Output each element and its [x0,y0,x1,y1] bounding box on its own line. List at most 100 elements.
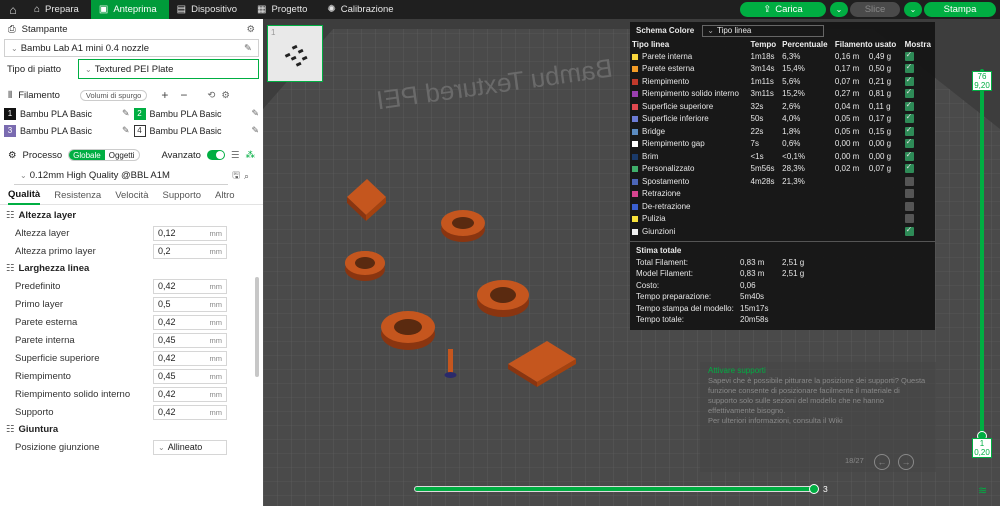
purge-volumes-button[interactable]: Volumi di spurgo [79,89,148,101]
legend-row: Spostamento 4m28s 21,3% [630,175,935,188]
process-preset-select[interactable]: ⌄ 0.12mm High Quality @BBL A1M [14,167,229,185]
setting-input[interactable]: 0,42 mm [153,314,227,330]
tab-calibrazione[interactable]: ✺ Calibrazione [319,0,405,19]
remove-icon[interactable]: − [180,88,187,102]
setting-unit: mm [209,335,223,345]
process-tab[interactable]: Altro [215,190,235,201]
edit-icon[interactable]: ✎ [122,108,130,119]
filament-slot[interactable]: 3 Bambu PLA Basic ✎ [4,124,130,137]
show-cell [903,112,935,126]
show-checkbox[interactable] [904,201,914,211]
list-icon[interactable]: ☰ [231,150,240,161]
line-type-swatch [632,191,638,198]
color-scheme-select[interactable]: ⌄ Tipo linea [702,24,825,37]
move-slider[interactable] [414,486,814,492]
show-checkbox[interactable] [904,225,914,236]
previous-icon[interactable]: ← [874,454,890,470]
setting-input[interactable]: 0,12 mm [153,225,227,241]
plate-type-select[interactable]: ⌄ Textured PEI Plate [78,59,259,79]
sync-icon[interactable]: ⟲ [207,90,215,101]
search-icon[interactable]: ⌕ [244,171,249,182]
process-tab[interactable]: Supporto [162,190,201,201]
show-checkbox[interactable] [904,87,914,99]
setting-input[interactable]: 0,42 mm [153,386,227,402]
scrollbar[interactable] [255,277,259,377]
tab-progetto[interactable]: ▦ Progetto [249,0,319,19]
setting-input[interactable]: 0,42 mm [153,278,227,294]
filament-slot[interactable]: 4 Bambu PLA Basic ✎ [133,124,259,137]
preview-viewport[interactable]: Bambu Textured PEI 1 Schema Colore ⌄ Tip… [263,19,1000,506]
setting-input[interactable]: 0,5 mm [153,296,227,312]
filament-color-swatch[interactable]: 1 [4,107,16,120]
add-icon[interactable]: + [161,88,168,102]
setting-input[interactable]: 0,45 mm [153,332,227,348]
setting-input[interactable]: ⌄ Allineato [153,439,227,455]
gear-icon[interactable]: ⚙ [246,24,255,35]
filament-slot[interactable]: 1 Bambu PLA Basic ✎ [4,107,130,120]
chevron-down-icon[interactable]: ⌄ [830,2,848,17]
line-type-time: 3m11s [750,89,774,99]
group-title: Altezza layer [18,210,77,221]
setting-input[interactable]: 0,45 mm [153,368,227,384]
estimate-label: Total Filament: [636,257,689,267]
tab-dispositivo[interactable]: ▤ Dispositivo [169,0,249,19]
process-tab[interactable]: Qualità [8,187,41,205]
show-checkbox[interactable] [904,100,914,111]
line-type-filament: 0,17 m 0,50 g [833,63,903,76]
filament-section-title: Filamento [18,89,60,101]
show-checkbox[interactable] [904,112,914,124]
model-ring[interactable] [345,251,385,281]
show-checkbox[interactable] [904,50,914,61]
model-ring[interactable] [441,210,485,242]
filament-color-swatch[interactable]: 4 [133,124,146,137]
process-tab[interactable]: Resistenza [54,190,101,201]
model-ring[interactable] [381,311,435,350]
layer-slider[interactable] [980,69,984,439]
line-type-filament: 0,07 m 0,21 g [833,75,903,88]
show-checkbox[interactable] [904,214,914,224]
load-button[interactable]: ⇪ Carica [740,2,826,17]
show-checkbox[interactable] [904,189,914,199]
tip-more-link[interactable]: Per ulteriori informazioni, consulta il … [708,416,928,426]
show-checkbox[interactable] [904,62,914,74]
edit-icon[interactable]: ✎ [251,108,259,119]
edit-icon[interactable]: ✎ [244,43,252,54]
process-tab[interactable]: Velocità [115,190,148,201]
show-checkbox[interactable] [904,176,914,186]
advanced-toggle[interactable] [206,150,225,160]
move-slider-handle[interactable] [809,484,819,494]
layers-icon[interactable]: ≋ [978,484,987,497]
slice-button[interactable]: Slice [850,2,900,17]
process-scope-toggle[interactable]: Globale Oggetti [68,149,140,161]
filament-weight: 0,00 g [868,139,892,149]
show-checkbox[interactable] [904,125,914,136]
filament-name: Bambu PLA Basic [149,108,222,119]
gear-icon[interactable]: ⚙ [221,90,230,101]
scope-global[interactable]: Globale [69,150,105,160]
tab-prepara[interactable]: ⌂ Prepara [26,0,91,19]
compare-icon[interactable]: ⁂ [246,150,256,161]
estimate-title: Stima totale [630,240,935,257]
filament-color-swatch[interactable]: 3 [4,124,16,137]
show-checkbox[interactable] [904,162,914,174]
show-checkbox[interactable] [904,150,914,161]
setting-input[interactable]: 0,2 mm [153,243,227,259]
next-icon[interactable]: → [898,454,914,470]
chevron-down-icon[interactable]: ⌄ [904,2,922,17]
setting-input[interactable]: 0,42 mm [153,350,227,366]
printer-select[interactable]: ⌄ Bambu Lab A1 mini 0.4 nozzle ✎ [4,39,259,57]
plate-thumbnail[interactable]: 1 [267,25,323,82]
home-icon[interactable]: ⌂ [0,0,26,19]
save-icon[interactable]: 🖫 [232,168,240,184]
show-checkbox[interactable] [904,137,914,149]
edit-icon[interactable]: ✎ [251,125,259,136]
tab-anteprima[interactable]: ▣ Anteprima [90,0,169,19]
edit-icon[interactable]: ✎ [122,125,130,136]
setting-input[interactable]: 0,42 mm [153,404,227,420]
filament-slot[interactable]: 2 Bambu PLA Basic ✎ [133,107,259,120]
scope-objects[interactable]: Oggetti [105,150,139,160]
model-ring[interactable] [477,280,529,317]
print-button[interactable]: Stampa [924,2,996,17]
filament-color-swatch[interactable]: 2 [133,107,146,120]
show-checkbox[interactable] [904,75,914,86]
